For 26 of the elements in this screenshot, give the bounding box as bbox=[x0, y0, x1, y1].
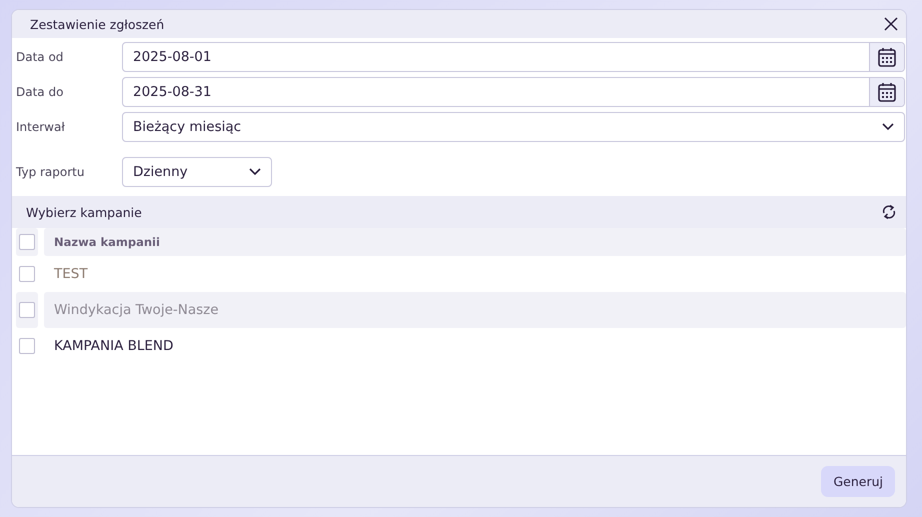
column-header: Nazwa kampanii bbox=[44, 228, 906, 256]
field-label: Typ raportu bbox=[16, 165, 86, 179]
select-field[interactable]: Bieżący miesiąc bbox=[122, 112, 905, 142]
date-field[interactable]: 2025-08-01 bbox=[122, 42, 905, 72]
calendar-button[interactable] bbox=[869, 43, 904, 71]
calendar-icon bbox=[878, 82, 896, 102]
refresh-icon[interactable] bbox=[882, 204, 896, 220]
section-title: Wybierz kampanie bbox=[26, 204, 142, 220]
field-label: Data od bbox=[16, 50, 64, 64]
date-field[interactable]: 2025-08-31 bbox=[122, 77, 905, 107]
row-checkbox[interactable] bbox=[19, 302, 35, 318]
generate-button[interactable]: Generuj bbox=[821, 466, 895, 497]
row-checkbox[interactable] bbox=[19, 266, 35, 282]
dialog-title: Zestawienie zgłoszeń bbox=[30, 16, 164, 32]
campaign-name[interactable]: TEST bbox=[44, 256, 906, 292]
calendar-icon bbox=[878, 47, 896, 67]
chevron-icon bbox=[249, 168, 261, 176]
select-field[interactable]: Dzienny bbox=[122, 157, 272, 187]
field-label: Interwał bbox=[16, 120, 66, 134]
calendar-button[interactable] bbox=[869, 78, 904, 106]
chevron-icon bbox=[882, 123, 894, 131]
campaign-name[interactable]: KAMPANIA BLEND bbox=[44, 328, 906, 364]
field-label: Data do bbox=[16, 85, 64, 99]
row-checkbox[interactable] bbox=[19, 338, 35, 354]
select-all-checkbox[interactable] bbox=[19, 234, 35, 250]
close-icon[interactable] bbox=[884, 17, 898, 31]
